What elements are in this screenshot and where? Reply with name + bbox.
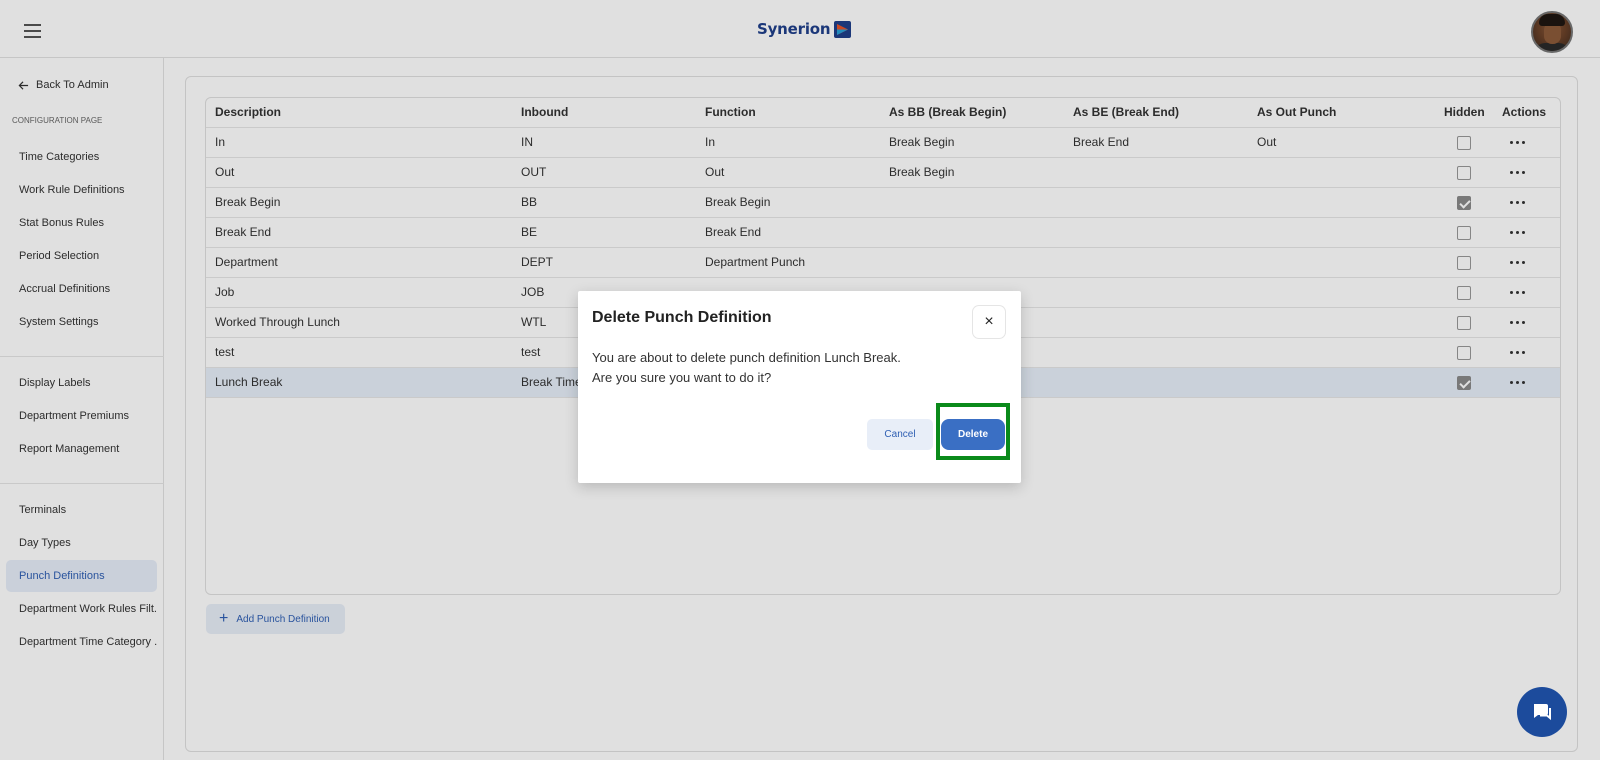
- chat-icon: [1534, 704, 1551, 721]
- chat-button[interactable]: [1517, 687, 1567, 737]
- delete-button-highlight: [936, 403, 1010, 460]
- dialog-message-line: You are about to delete punch definition…: [592, 350, 901, 365]
- close-icon[interactable]: ×: [973, 306, 1005, 338]
- dialog-message-line: Are you sure you want to do it?: [592, 370, 772, 385]
- dialog-title: Delete Punch Definition: [592, 309, 772, 326]
- dialog-message: You are about to delete punch definition…: [592, 348, 901, 388]
- cancel-button[interactable]: Cancel: [867, 419, 933, 450]
- delete-confirmation-dialog: Delete Punch Definition × You are about …: [578, 291, 1021, 483]
